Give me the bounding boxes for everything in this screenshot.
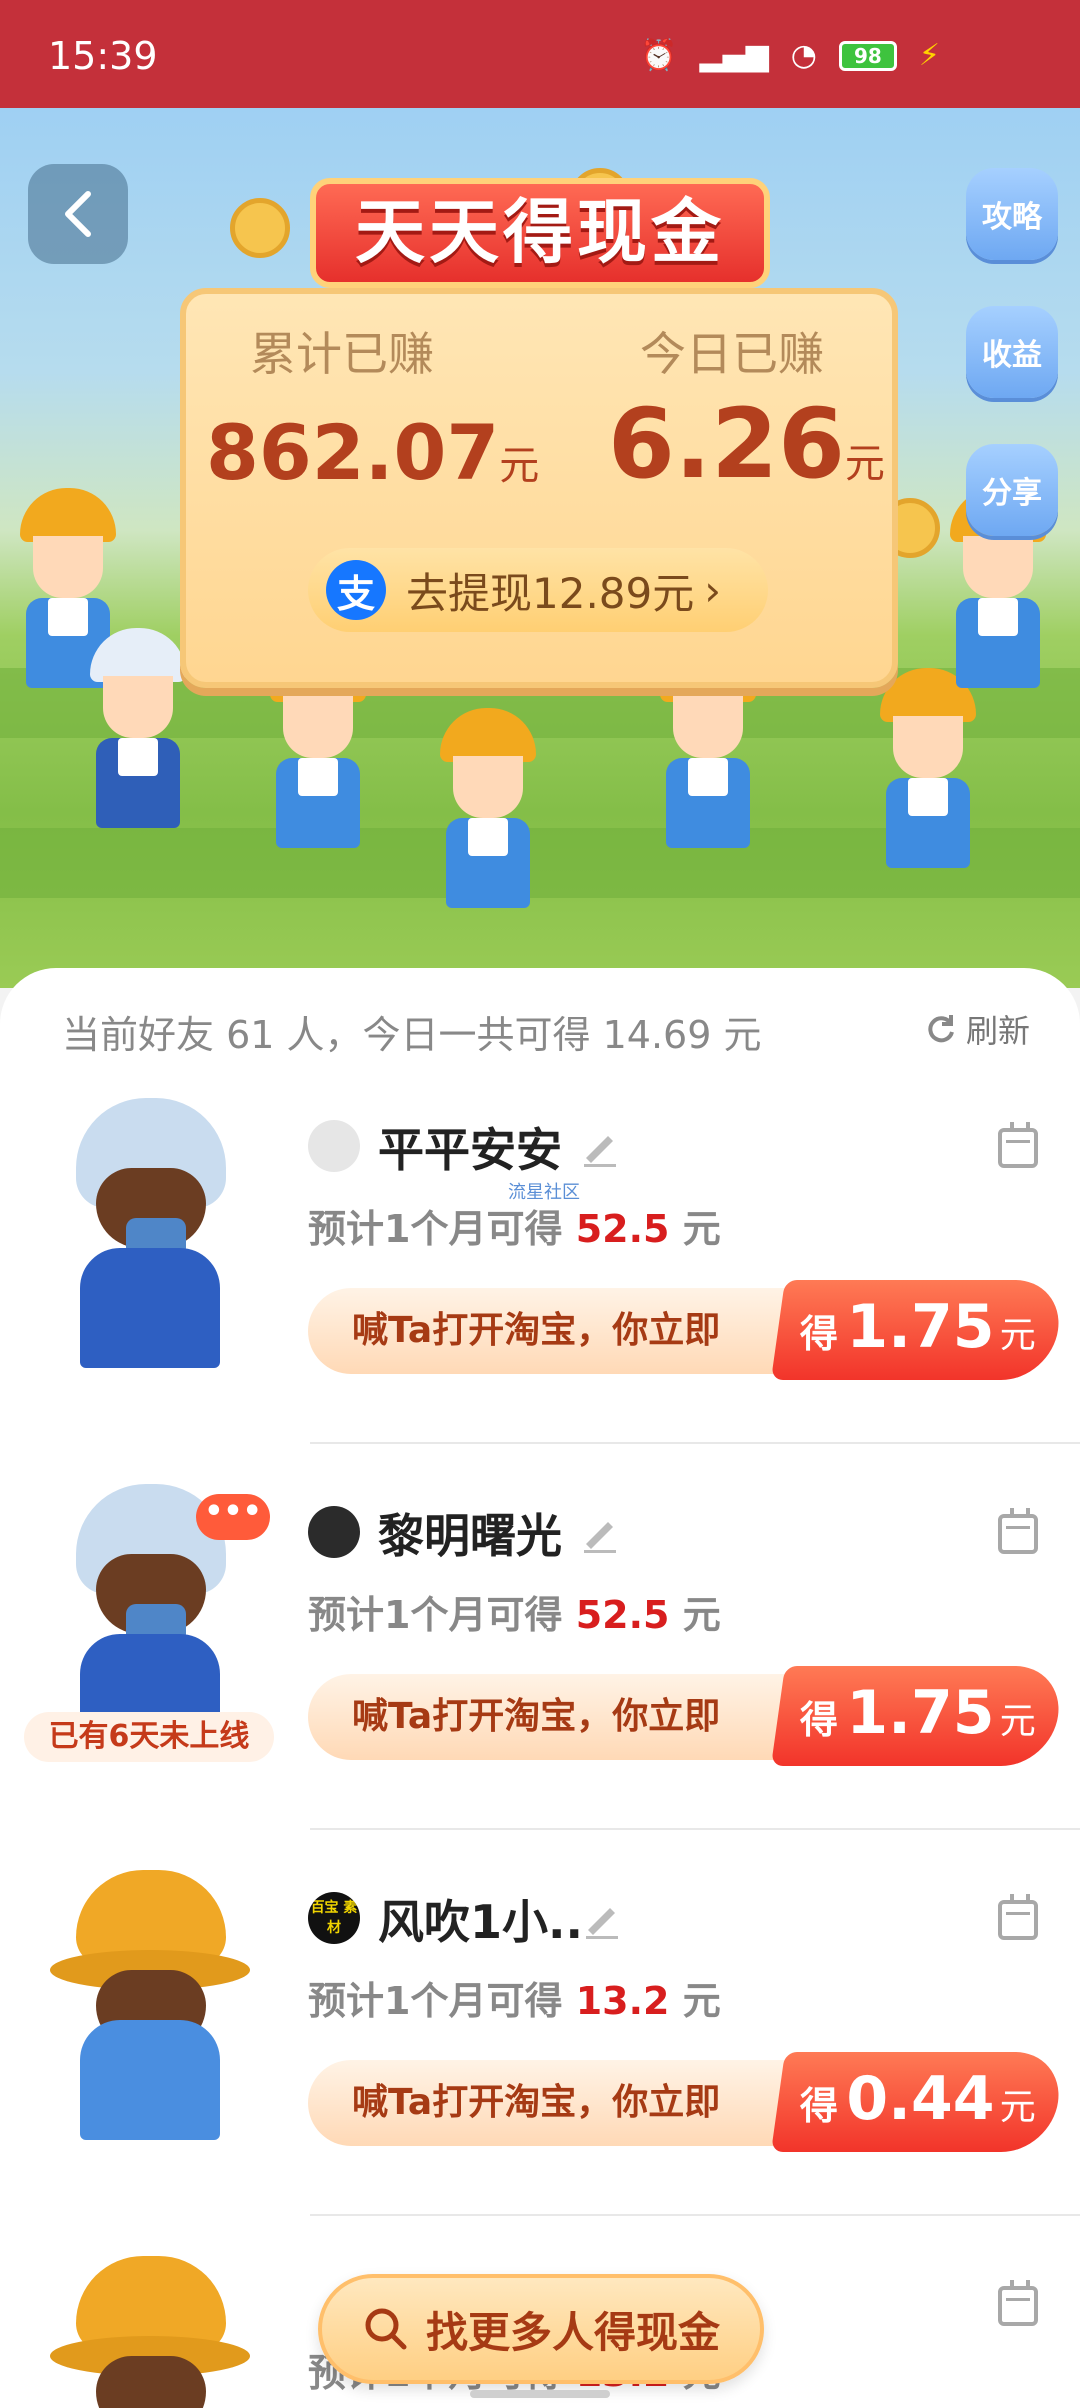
forecast-text: 预计1个月可得 13.2 元 [308,1979,721,2023]
friends-panel: 当前好友 61 人，今日一共可得 14.69 元 刷新 平平安安 流星社区 预计… [0,968,1080,2408]
remind-label: 喊Ta打开淘宝，你立即 [308,2060,828,2146]
status-time: 15:39 [48,34,158,78]
total-earned-value: 862.07元 [206,408,540,497]
worker-figure [880,668,976,868]
friends-summary: 当前好友 61 人，今日一共可得 14.69 元 [62,1013,762,1057]
battery-icon: 98 [838,40,897,71]
friend-figure [36,2256,256,2408]
back-button[interactable] [28,164,128,264]
reward-badge: 得 1.75 元 [770,1280,1066,1380]
friend-row: 百宝 素材 风吹1小.. 预计1个月可得 13.2 元 喊Ta打开淘宝，你立即 … [0,1830,1080,2216]
alipay-icon: 支 [326,560,386,620]
friend-avatar: 百宝 素材 [308,1892,360,1944]
friend-figure [36,1098,256,1368]
status-bar: 15:39 ⏰ ▂▄▆ ◔ 98 ⚡ [0,0,1080,108]
friend-row: 平平安安 流星社区 预计1个月可得 52.5 元 喊Ta打开淘宝，你立即 得 1.… [0,1058,1080,1444]
earnings-button[interactable]: 收益 [966,306,1058,398]
friend-figure [36,1870,256,2140]
friend-name: 风吹1小.. [378,1895,583,1949]
search-icon [365,2308,407,2350]
withdraw-label: 去提现12.89元 [406,568,695,618]
share-button[interactable]: 分享 [966,444,1058,536]
remind-label: 喊Ta打开淘宝，你立即 [308,1288,828,1374]
friend-name: 平平安安 [378,1123,562,1177]
forecast-text: 预计1个月可得 52.5 元 [308,1593,721,1637]
coin-icon [230,198,290,258]
chevron-right-icon: › [704,565,722,615]
remind-button[interactable]: 喊Ta打开淘宝，你立即 得 1.75 元 [308,1666,1066,1766]
friend-avatar [308,1506,360,1558]
strategy-button[interactable]: 攻略 [966,168,1058,260]
reward-badge: 得 0.44 元 [770,2052,1066,2152]
refresh-label: 刷新 [965,1012,1030,1050]
charging-icon: ⚡ [918,38,940,73]
total-earned-label: 累计已赚 [250,327,434,381]
reward-badge: 得 1.75 元 [770,1666,1066,1766]
status-icons: ⏰ ▂▄▆ ◔ 98 ⚡ [640,38,940,73]
calendar-icon[interactable] [998,2280,1038,2326]
today-earned-label: 今日已赚 [640,327,824,381]
withdraw-button[interactable]: 支 去提现12.89元 › [308,548,768,632]
friend-figure: ••• [36,1484,270,1754]
message-bubble-icon: ••• [196,1494,270,1540]
edit-icon[interactable] [578,1510,622,1554]
today-earned-value: 6.26元 [608,388,885,500]
refresh-icon [928,1015,954,1043]
foreman-figure [90,628,186,828]
forecast-text: 预计1个月可得 52.5 元 [308,1207,721,1251]
remind-button[interactable]: 喊Ta打开淘宝，你立即 得 1.75 元 [308,1280,1066,1380]
calendar-icon[interactable] [998,1508,1038,1554]
signal-icon: ▂▄▆ [699,38,769,73]
home-indicator[interactable] [470,2390,610,2398]
edit-icon[interactable] [580,1896,624,1940]
worker-figure [440,708,536,908]
friend-avatar [308,1120,360,1172]
offline-badge: 已有6天未上线 [24,1712,274,1762]
remind-label: 喊Ta打开淘宝，你立即 [308,1674,828,1760]
calendar-icon[interactable] [998,1122,1038,1168]
find-more-label: 找更多人得现金 [425,2307,720,2357]
banner-title: 天天得现金 [310,178,770,288]
find-more-button[interactable]: 找更多人得现金 [318,2274,764,2384]
wifi-icon: ◔ [790,38,817,73]
alarm-icon: ⏰ [640,38,678,73]
calendar-icon[interactable] [998,1894,1038,1940]
friend-row: ••• 黎明曙光 预计1个月可得 52.5 元 喊Ta打开淘宝，你立即 得 1.7… [0,1444,1080,1830]
friend-name: 黎明曙光 [378,1509,562,1563]
refresh-button[interactable]: 刷新 [924,1006,1030,1052]
game-banner: 攻略 收益 分享 天天得现金 累计已赚 今日已赚 862.07元 6.26元 支… [0,108,1080,988]
chevron-left-icon [65,191,91,237]
edit-icon[interactable] [578,1124,622,1168]
remind-button[interactable]: 喊Ta打开淘宝，你立即 得 0.44 元 [308,2052,1066,2152]
